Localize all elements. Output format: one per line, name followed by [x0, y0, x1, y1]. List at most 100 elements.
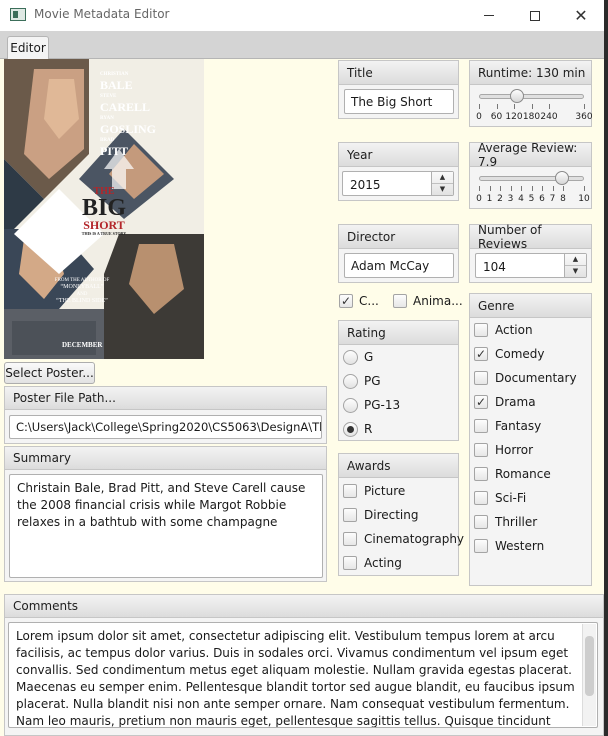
- rating-label-pg: PG: [364, 374, 381, 388]
- tab-bar: [0, 31, 604, 59]
- genre-label: Action: [495, 323, 533, 337]
- runtime-header: Runtime: 130 min: [469, 60, 592, 85]
- close-icon: ✕: [574, 6, 588, 25]
- flag-checkbox-2[interactable]: [393, 294, 407, 308]
- title-header: Title: [338, 60, 459, 85]
- runtime-tick: [531, 104, 533, 109]
- award-checkbox-picture[interactable]: [343, 484, 357, 498]
- poster-name-2: CARELL: [100, 100, 151, 114]
- minimize-button[interactable]: [466, 0, 512, 31]
- poster-tagline: THIS IS A TRUE STORY: [81, 231, 127, 236]
- award-label-acting: Acting: [364, 556, 402, 570]
- poster-release: DECEMBER: [62, 341, 103, 349]
- poster-title-line2: BIG: [81, 195, 126, 221]
- minimize-icon: [484, 15, 494, 16]
- avg-review-thumb[interactable]: [554, 171, 569, 185]
- genre-header: Genre: [469, 293, 592, 318]
- genre-checkbox-documentary[interactable]: [474, 371, 488, 385]
- spinner-down-icon[interactable]: ▼: [565, 266, 586, 278]
- genre-checkbox-thriller[interactable]: [474, 515, 488, 529]
- avg-review-tick-label: 1: [486, 194, 493, 204]
- num-reviews-spinner-arrows: ▲ ▼: [564, 254, 586, 277]
- poster-credit-4: “THE BLIND SIDE”: [56, 298, 108, 304]
- runtime-tick: [584, 104, 585, 109]
- year-value: 2015: [350, 178, 381, 192]
- close-button[interactable]: ✕: [558, 0, 604, 31]
- runtime-tick-label: 60: [490, 112, 503, 122]
- num-reviews-spinner[interactable]: 104 ▲ ▼: [475, 253, 587, 278]
- poster-credit-2: “MONEYBALL”: [60, 284, 104, 290]
- avg-review-tick-label: 2: [497, 194, 503, 204]
- poster-credit-1: FROM THE AUTHOR OF: [54, 278, 110, 283]
- maximize-button[interactable]: [512, 0, 558, 31]
- genre-list: Action ✓ Comedy Documentary ✓ Drama Fantasy Hor…: [474, 323, 589, 563]
- tab-editor[interactable]: Editor: [7, 36, 49, 59]
- rating-radio-g[interactable]: [343, 350, 358, 365]
- runtime-ticks: 0 60 120 180 240 360: [476, 104, 593, 122]
- flag-label-2: Anima...: [413, 294, 463, 308]
- rating-radio-pg[interactable]: [343, 374, 358, 389]
- award-checkbox-cinematography[interactable]: [343, 532, 357, 546]
- poster-image: CHRISTIAN BALE STEVE CARELL RYAN GOSLING…: [4, 59, 204, 359]
- rating-label-g: G: [364, 350, 374, 364]
- runtime-tick: [496, 104, 498, 109]
- editor-window: Movie Metadata Editor ✕ Editor CHRISTIAN…: [0, 0, 604, 736]
- award-label-picture: Picture: [364, 484, 406, 498]
- award-checkbox-acting[interactable]: [343, 556, 357, 570]
- genre-label: Fantasy: [495, 419, 542, 433]
- comments-scroll-thumb[interactable]: [585, 636, 594, 696]
- num-reviews-header: Number of Reviews: [469, 223, 592, 251]
- runtime-thumb[interactable]: [509, 89, 524, 103]
- rating-radio-r[interactable]: [343, 422, 358, 437]
- award-label-directing: Directing: [364, 508, 419, 522]
- genre-checkbox-western[interactable]: [474, 539, 488, 553]
- avg-review-tick: [531, 186, 533, 191]
- genre-checkbox-romance[interactable]: [474, 467, 488, 481]
- avg-review-tick: [489, 186, 491, 191]
- runtime-slider[interactable]: 0 60 120 180 240 360: [476, 88, 593, 124]
- genre-checkbox-horror[interactable]: [474, 443, 488, 457]
- genre-label: Sci-Fi: [495, 491, 527, 505]
- avg-review-slider[interactable]: 0 1 2 3 4 5 6 7 8 10: [476, 170, 590, 206]
- checkmark-icon: ✓: [475, 395, 487, 409]
- genre-checkbox-comedy[interactable]: ✓: [474, 347, 488, 361]
- genre-label: Comedy: [495, 347, 545, 361]
- year-header: Year: [338, 142, 459, 167]
- select-poster-button[interactable]: Select Poster...: [4, 362, 95, 384]
- director-input[interactable]: Adam McCay: [344, 253, 454, 278]
- avg-review-tick: [542, 186, 543, 191]
- num-reviews-value: 104: [483, 260, 506, 274]
- spinner-up-icon[interactable]: ▲: [565, 254, 586, 266]
- runtime-tick-label: 240: [540, 112, 558, 122]
- runtime-tick-label: 360: [575, 112, 593, 122]
- avg-review-tick: [510, 186, 512, 191]
- flag-label-1: C...: [359, 294, 379, 308]
- avg-review-tick-label: 5: [528, 194, 535, 204]
- runtime-tick: [514, 104, 515, 109]
- rating-radio-pg13[interactable]: [343, 398, 358, 413]
- comments-scrollbar[interactable]: [582, 624, 596, 726]
- genre-checkbox-fantasy[interactable]: [474, 419, 488, 433]
- app-icon: [10, 8, 26, 21]
- spinner-down-icon[interactable]: ▼: [432, 184, 453, 196]
- genre-checkbox-sci-fi[interactable]: [474, 491, 488, 505]
- poster-name-1: BALE: [100, 78, 133, 92]
- genre-checkbox-drama[interactable]: ✓: [474, 395, 488, 409]
- background-console-strip: [604, 0, 608, 736]
- award-checkbox-directing[interactable]: [343, 508, 357, 522]
- genre-checkbox-action[interactable]: [474, 323, 488, 337]
- year-spinner[interactable]: 2015 ▲ ▼: [342, 171, 454, 196]
- spinner-up-icon[interactable]: ▲: [432, 172, 453, 184]
- avg-review-tick: [479, 186, 480, 191]
- title-input[interactable]: The Big Short: [344, 89, 454, 114]
- flag-checkbox-1[interactable]: ✓: [339, 294, 353, 308]
- runtime-tick: [549, 104, 550, 109]
- summary-textarea[interactable]: Christain Bale, Brad Pitt, and Steve Car…: [9, 474, 323, 578]
- poster-path-field[interactable]: C:\Users\Jack\College\Spring2020\CS5063\…: [9, 415, 322, 439]
- comments-textarea[interactable]: Lorem ipsum dolor sit amet, consectetur …: [8, 622, 598, 728]
- avg-review-tick-label: 7: [549, 194, 556, 204]
- avg-review-tick: [500, 186, 501, 191]
- runtime-tick-label: 0: [476, 112, 482, 122]
- rating-label-r: R: [364, 422, 373, 436]
- genre-label: Drama: [495, 395, 536, 409]
